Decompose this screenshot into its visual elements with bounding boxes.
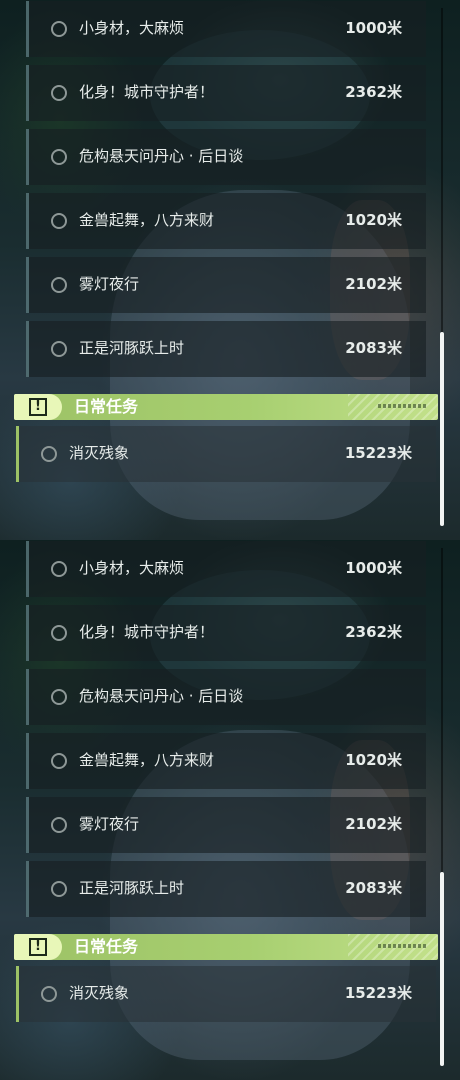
circle-icon <box>41 986 57 1002</box>
scrollbar-thumb[interactable] <box>440 872 444 1066</box>
daily-quest-row[interactable]: 消灭残象 15223米 <box>16 966 436 1022</box>
quest-name: 小身材，大麻烦 <box>79 559 185 577</box>
circle-icon <box>51 561 67 577</box>
header-decoration <box>378 944 426 948</box>
circle-icon <box>51 881 67 897</box>
quest-distance: 2102米 <box>345 815 402 833</box>
scrollbar-thumb[interactable] <box>440 332 444 526</box>
quest-row[interactable]: 小身材，大麻烦 1000米 <box>26 1 426 57</box>
quest-type-badge: ! <box>14 934 62 960</box>
quest-type-badge: ! <box>14 394 62 420</box>
exclamation-box-icon: ! <box>29 398 47 416</box>
daily-quest-header[interactable]: ! 日常任务 <box>14 394 438 420</box>
quest-distance: 2083米 <box>345 879 402 897</box>
quest-name: 雾灯夜行 <box>79 815 140 833</box>
header-decoration <box>378 404 426 408</box>
quest-list-panel: 小身材，大麻烦 1000米 化身！城市守护者！ 2362米 危构悬天问丹心 · … <box>0 0 460 540</box>
quest-row[interactable]: 雾灯夜行 2102米 <box>26 257 426 313</box>
quest-row[interactable]: 正是河豚跃上时 2083米 <box>26 321 426 377</box>
quest-name: 化身！城市守护者！ <box>79 83 215 101</box>
circle-icon <box>41 446 57 462</box>
circle-icon <box>51 277 67 293</box>
circle-icon <box>51 817 67 833</box>
quest-row[interactable]: 化身！城市守护者！ 2362米 <box>26 65 426 121</box>
quest-row[interactable]: 危构悬天问丹心 · 后日谈 <box>26 129 426 185</box>
quest-distance: 2362米 <box>345 623 402 641</box>
circle-icon <box>51 213 67 229</box>
quest-distance: 1020米 <box>345 211 402 229</box>
quest-name: 雾灯夜行 <box>79 275 140 293</box>
quest-distance: 1000米 <box>345 19 402 37</box>
quest-name: 小身材，大麻烦 <box>79 19 185 37</box>
quest-distance: 2362米 <box>345 83 402 101</box>
quest-name: 消灭残象 <box>69 444 130 462</box>
quest-distance: 2102米 <box>345 275 402 293</box>
quest-distance: 1020米 <box>345 751 402 769</box>
circle-icon <box>51 341 67 357</box>
quest-distance: 1000米 <box>345 559 402 577</box>
circle-icon <box>51 21 67 37</box>
quest-name: 危构悬天问丹心 · 后日谈 <box>79 147 244 165</box>
quest-row[interactable]: 危构悬天问丹心 · 后日谈 <box>26 669 426 725</box>
section-title: 日常任务 <box>74 937 139 956</box>
quest-list-panel: 小身材，大麻烦 1000米 化身！城市守护者！ 2362米 危构悬天问丹心 · … <box>0 540 460 1080</box>
quest-row[interactable]: 化身！城市守护者！ 2362米 <box>26 605 426 661</box>
quest-row[interactable]: 雾灯夜行 2102米 <box>26 797 426 853</box>
quest-distance: 15223米 <box>344 444 412 462</box>
quest-distance: 2083米 <box>345 339 402 357</box>
exclamation-box-icon: ! <box>29 938 47 956</box>
quest-row[interactable]: 正是河豚跃上时 2083米 <box>26 861 426 917</box>
quest-row[interactable]: 小身材，大麻烦 1000米 <box>26 541 426 597</box>
quest-name: 正是河豚跃上时 <box>79 339 185 357</box>
circle-icon <box>51 689 67 705</box>
circle-icon <box>51 625 67 641</box>
quest-name: 消灭残象 <box>69 984 130 1002</box>
quest-name: 化身！城市守护者！ <box>79 623 215 641</box>
circle-icon <box>51 149 67 165</box>
circle-icon <box>51 753 67 769</box>
quest-name: 危构悬天问丹心 · 后日谈 <box>79 687 244 705</box>
quest-row[interactable]: 金兽起舞，八方来财 1020米 <box>26 193 426 249</box>
daily-quest-header[interactable]: ! 日常任务 <box>14 934 438 960</box>
section-title: 日常任务 <box>74 397 139 416</box>
quest-name: 金兽起舞，八方来财 <box>79 211 215 229</box>
daily-quest-row[interactable]: 消灭残象 15223米 <box>16 426 436 482</box>
circle-icon <box>51 85 67 101</box>
quest-name: 正是河豚跃上时 <box>79 879 185 897</box>
quest-distance: 15223米 <box>344 984 412 1002</box>
quest-name: 金兽起舞，八方来财 <box>79 751 215 769</box>
quest-row[interactable]: 金兽起舞，八方来财 1020米 <box>26 733 426 789</box>
